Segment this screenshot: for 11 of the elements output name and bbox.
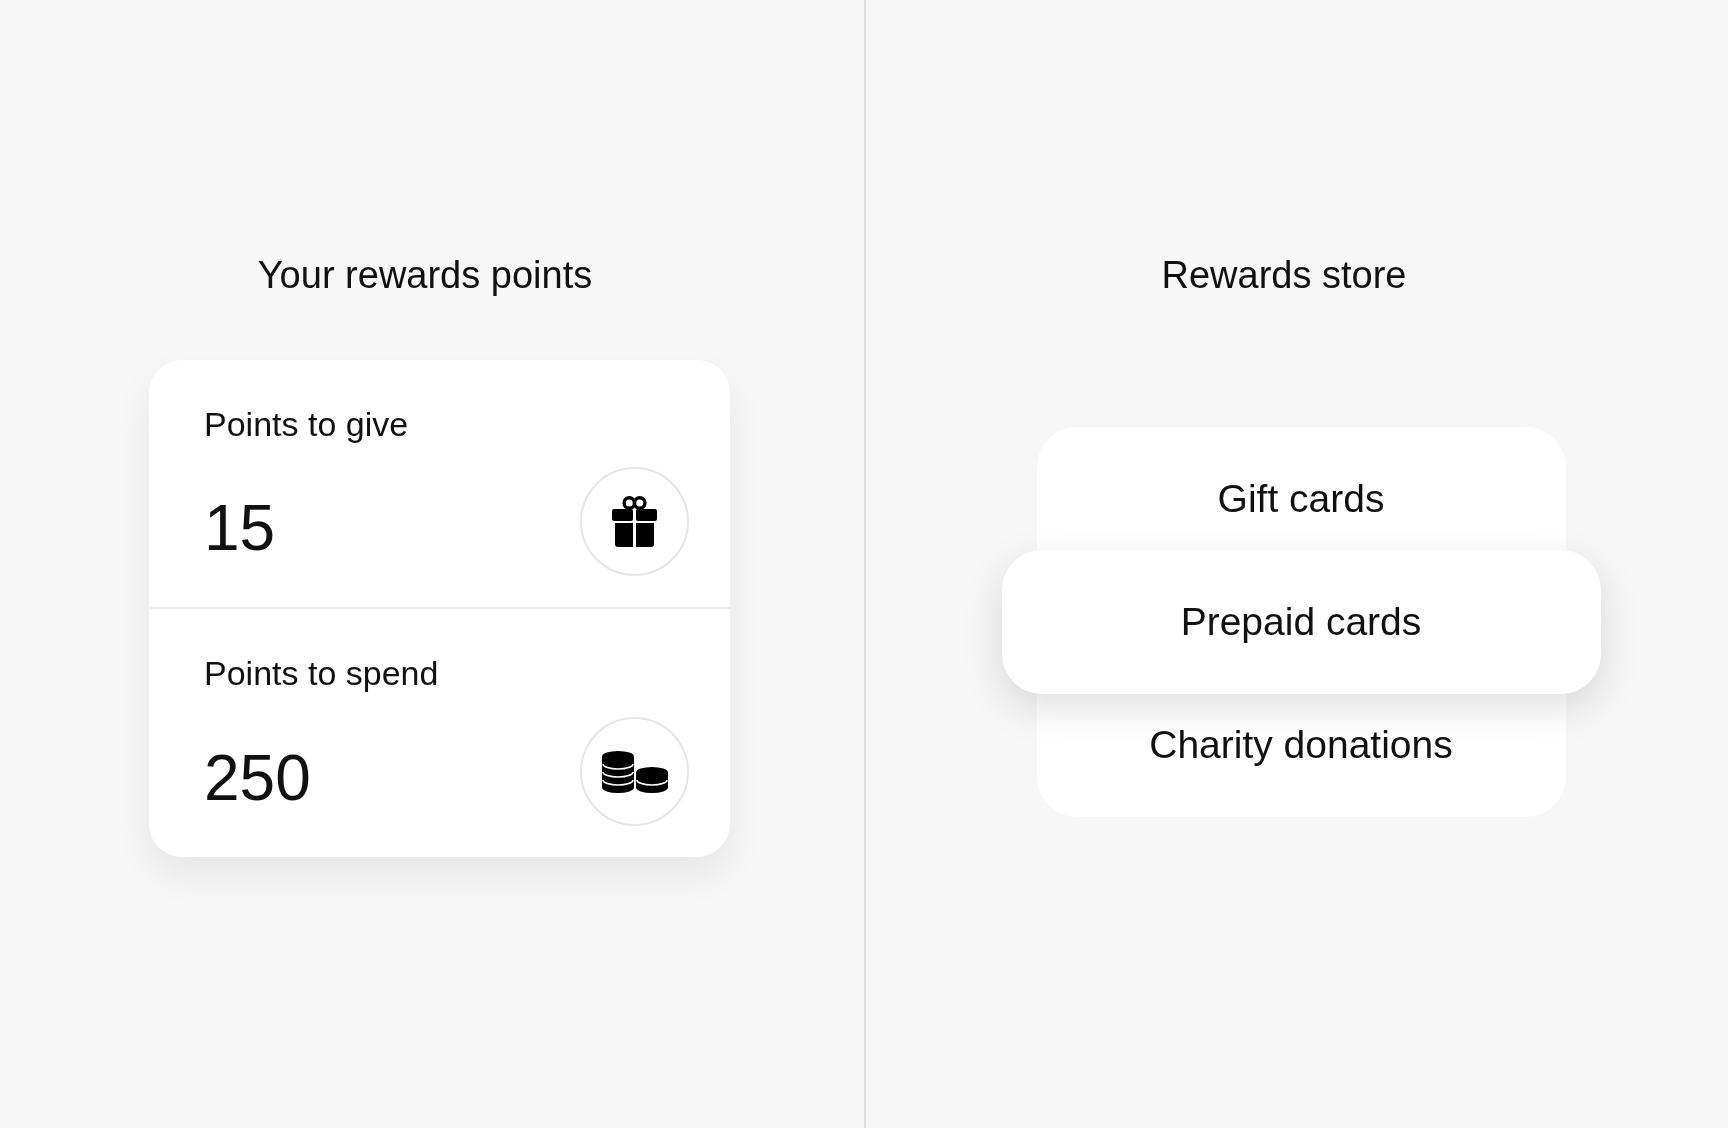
- points-label: Points to spend: [204, 653, 440, 695]
- gift-icon: [580, 467, 689, 577]
- points-value: 15: [204, 490, 276, 560]
- points-label: Points to give: [204, 403, 410, 445]
- section-heading: Rewards store: [1161, 253, 1407, 298]
- store-option[interactable]: Charity donations: [1036, 693, 1566, 817]
- section-heading: Your rewards points: [257, 253, 593, 298]
- store-option[interactable]: Gift cards: [1036, 426, 1566, 550]
- points-value: 250: [204, 740, 311, 810]
- coins-icon: [580, 717, 689, 827]
- store-option[interactable]: Prepaid cards: [1001, 549, 1601, 694]
